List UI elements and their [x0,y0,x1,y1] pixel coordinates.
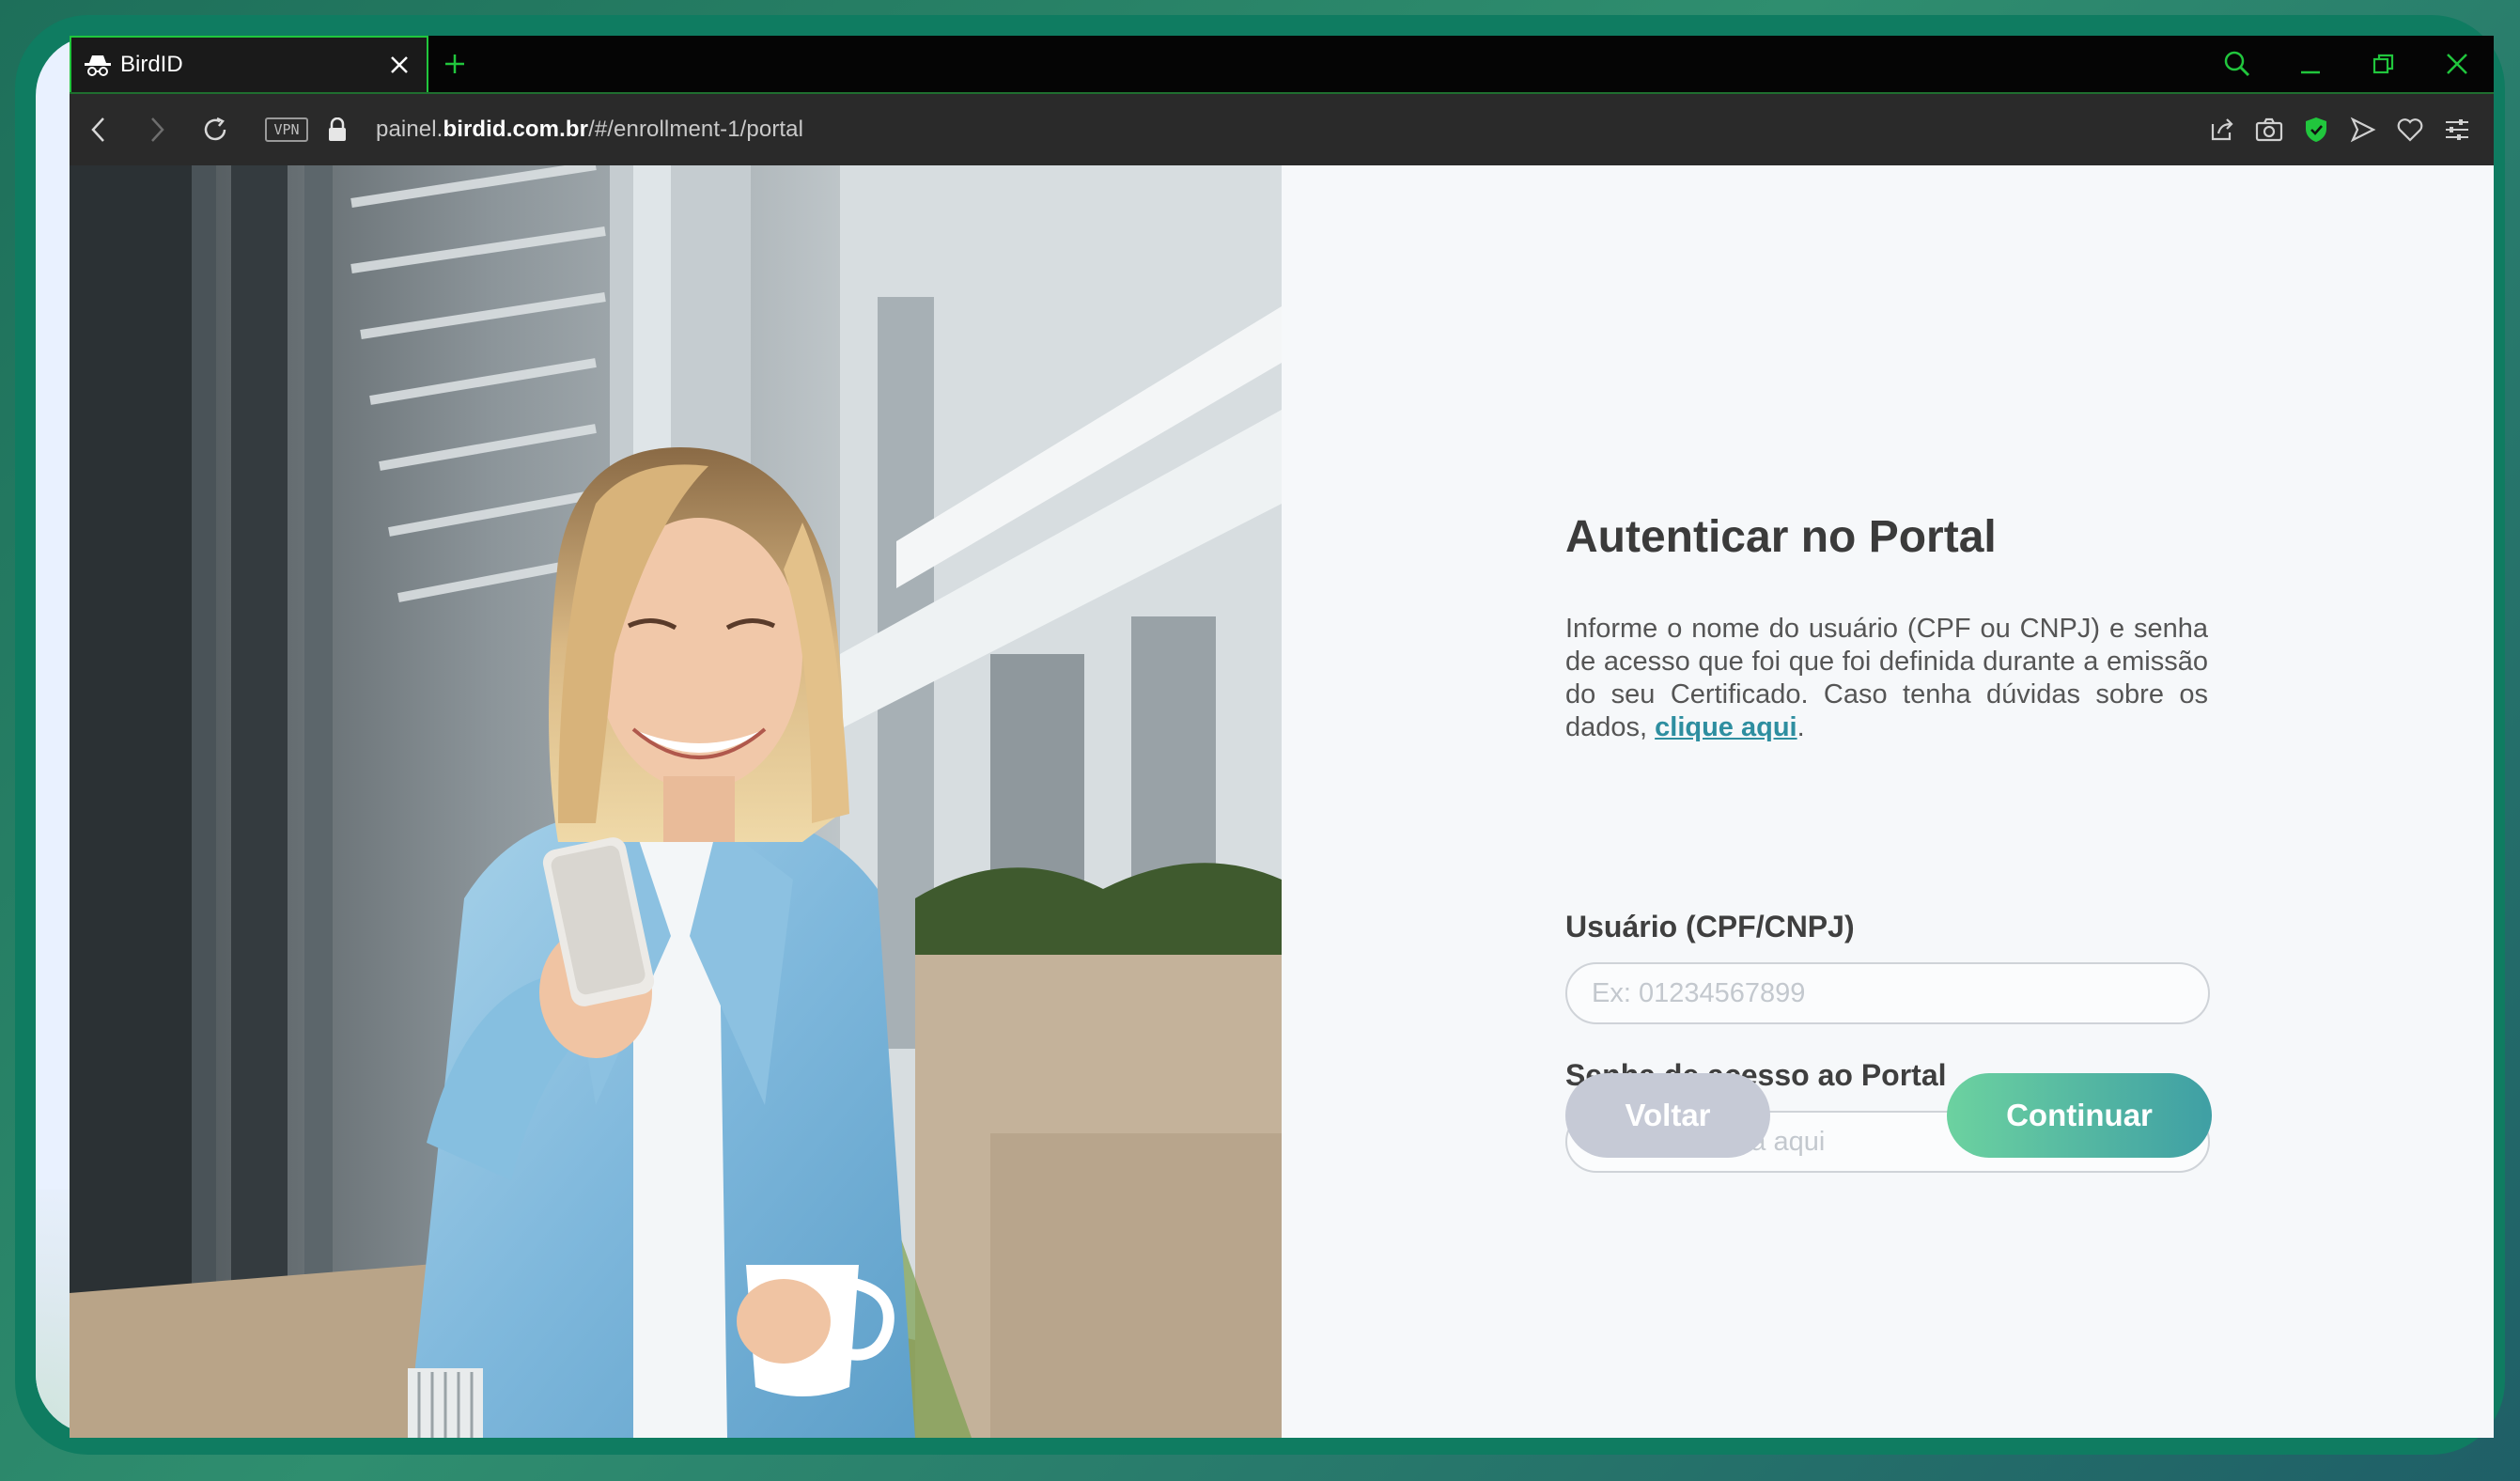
help-link[interactable]: clique aqui [1655,712,1797,742]
url-prefix: painel. [376,117,443,142]
continue-button[interactable]: Continuar [1947,1073,2212,1158]
minimize-icon[interactable] [2274,36,2347,92]
user-cpf-cnpj-input[interactable] [1565,962,2210,1024]
tab-title: BirdID [120,52,183,77]
back-button[interactable]: Voltar [1565,1073,1770,1158]
page-description: Informe o nome do usuário (CPF ou CNPJ) … [1565,613,2208,744]
restore-icon[interactable] [2347,36,2420,92]
reload-icon[interactable] [186,94,244,165]
url-domain: birdid.com.br [443,117,589,142]
hero-photo-woman-with-phone [70,165,1282,1438]
back-chevron-left-icon[interactable] [70,94,128,165]
browser-window: BirdID VPN painel.birdid.com.br/#/enroll… [70,36,2494,1438]
description-end: . [1797,712,1805,742]
new-tab-plus-icon[interactable] [438,47,472,81]
send-icon[interactable] [2340,94,2387,165]
shield-icon[interactable] [2293,94,2340,165]
tab-close-icon[interactable] [380,45,419,85]
tab-birdid[interactable]: BirdID [70,36,428,92]
camera-icon[interactable] [2246,94,2293,165]
user-label: Usuário (CPF/CNPJ) [1565,910,1855,943]
url-path: /#/enrollment-1/portal [588,117,804,142]
incognito-icon [83,52,113,78]
page-content: Autenticar no Portal Informe o nome do u… [70,165,2494,1438]
address-bar-actions [2199,94,2481,165]
share-icon[interactable] [2199,94,2246,165]
window-controls [2201,36,2494,92]
vpn-badge[interactable]: VPN [265,117,308,142]
close-window-icon[interactable] [2420,36,2494,92]
search-icon[interactable] [2201,36,2274,92]
tab-bar: BirdID [70,36,2494,94]
forward-chevron-right-icon[interactable] [128,94,186,165]
url-field[interactable]: painel.birdid.com.br/#/enrollment-1/port… [376,117,803,143]
page-title: Autenticar no Portal [1565,512,1997,562]
address-bar: VPN painel.birdid.com.br/#/enrollment-1/… [70,94,2494,165]
lock-icon[interactable] [325,116,350,144]
login-panel: Autenticar no Portal Informe o nome do u… [1565,165,2214,1438]
sliders-icon[interactable] [2434,94,2481,165]
heart-icon[interactable] [2387,94,2434,165]
